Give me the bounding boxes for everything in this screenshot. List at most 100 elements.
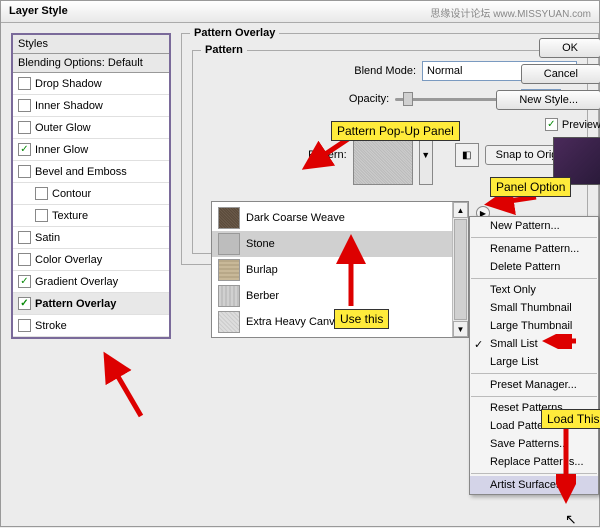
menu-item-small-list[interactable]: ✓Small List [470,335,598,353]
pattern-item-stone[interactable]: Stone [212,231,452,257]
style-item-stroke[interactable]: Stroke [13,315,169,337]
annotation-panel-option: Panel Option [490,177,571,197]
pattern-label: Dark Coarse Weave [246,212,345,224]
menu-item-delete-pattern[interactable]: Delete Pattern [470,258,598,276]
pattern-item-burlap[interactable]: Burlap [212,257,452,283]
new-style-button[interactable]: New Style... [496,90,600,110]
pattern-label: Stone [246,238,275,250]
right-buttons: OK Cancel New Style... ✓ Preview [496,38,600,185]
menu-item-save-patterns[interactable]: Save Patterns... [470,435,598,453]
pattern-label: Berber [246,290,279,302]
checkbox[interactable] [18,165,31,178]
pattern-swatch [218,233,240,255]
menu-label: Preset Manager... [490,379,577,391]
menu-label: Rename Pattern... [490,243,579,255]
dialog-title: Layer Style [9,5,68,18]
checkbox[interactable] [18,231,31,244]
cursor-icon: ↖ [565,511,577,528]
menu-label: Large Thumbnail [490,320,572,332]
checkbox[interactable]: ✓ [18,297,31,310]
style-label: Outer Glow [35,122,91,134]
pattern-swatch [218,259,240,281]
preview-label: Preview [562,119,600,131]
checkbox[interactable]: ✓ [18,143,31,156]
style-item-pattern-overlay[interactable]: ✓Pattern Overlay [13,293,169,315]
style-item-contour[interactable]: Contour [13,183,169,205]
style-item-inner-glow[interactable]: ✓Inner Glow [13,139,169,161]
style-label: Stroke [35,320,67,332]
style-item-drop-shadow[interactable]: Drop Shadow [13,73,169,95]
pattern-scrollbar[interactable]: ▲ ▼ [452,202,468,337]
style-label: Contour [52,188,91,200]
pattern-list-body: Dark Coarse Weave Stone Burlap Berber Extra … [212,202,452,337]
menu-label: Large List [490,356,538,368]
menu-item-text-only[interactable]: Text Only [470,281,598,299]
style-label: Texture [52,210,88,222]
style-item-gradient-overlay[interactable]: ✓ Gradient Overlay [13,271,169,293]
style-label: Bevel and Emboss [35,166,127,178]
styles-panel: Styles Blending Options: Default Drop Sh… [11,33,171,339]
checkbox[interactable] [18,121,31,134]
slider-thumb[interactable] [403,92,413,106]
new-preset-icon[interactable]: ◧ [455,143,479,167]
style-item-satin[interactable]: Satin [13,227,169,249]
style-item-inner-shadow[interactable]: Inner Shadow [13,95,169,117]
opacity-label: Opacity: [314,93,389,105]
menu-separator [471,396,597,397]
style-label: Drop Shadow [35,78,102,90]
menu-item-replace-patterns[interactable]: Replace Patterns... [470,453,598,471]
annotation-popup: Pattern Pop-Up Panel [331,121,460,141]
check-icon: ✓ [474,338,483,351]
style-item-color-overlay[interactable]: Color Overlay [13,249,169,271]
menu-item-small-thumbnail[interactable]: Small Thumbnail [470,299,598,317]
menu-item-large-thumbnail[interactable]: Large Thumbnail [470,317,598,335]
group-title: Pattern Overlay [190,27,279,39]
checkbox[interactable] [18,77,31,90]
scroll-up-icon[interactable]: ▲ [453,202,468,218]
checkbox[interactable] [18,253,31,266]
style-label: Satin [35,232,60,244]
menu-separator [471,373,597,374]
menu-label: Text Only [490,284,536,296]
style-label: Gradient Overlay [35,276,118,288]
scroll-thumb[interactable] [454,219,467,320]
checkbox[interactable] [18,319,31,332]
menu-label: Replace Patterns... [490,456,584,468]
scroll-down-icon[interactable]: ▼ [453,321,468,337]
title-bar: Layer Style 思缘设计论坛 www.MISSYUAN.com [1,1,599,23]
style-item-bevel-and-emboss[interactable]: Bevel and Emboss [13,161,169,183]
checkbox[interactable] [18,99,31,112]
menu-item-preset-manager[interactable]: Preset Manager... [470,376,598,394]
styles-header[interactable]: Styles [13,35,169,54]
preview-checkbox[interactable]: ✓ [545,118,558,131]
pattern-label: Pattern: [272,149,347,161]
menu-item-rename-pattern[interactable]: Rename Pattern... [470,240,598,258]
menu-item-large-list[interactable]: Large List [470,353,598,371]
pattern-item-extra-heavy-canvas[interactable]: Extra Heavy Canvas [212,309,452,335]
blend-mode-label: Blend Mode: [341,65,416,77]
menu-separator [471,278,597,279]
menu-item-new-pattern[interactable]: New Pattern... [470,217,598,235]
blend-mode-value: Normal [427,65,462,77]
watermark: 思缘设计论坛 www.MISSYUAN.com [430,5,591,18]
ok-button[interactable]: OK [539,38,600,58]
checkbox[interactable] [35,209,48,222]
preview-check-row: ✓ Preview [541,118,600,131]
pattern-item-dark-coarse-weave[interactable]: Dark Coarse Weave [212,205,452,231]
menu-label: Delete Pattern [490,261,560,273]
style-item-texture[interactable]: Texture [13,205,169,227]
style-item-outer-glow[interactable]: Outer Glow [13,117,169,139]
cancel-button[interactable]: Cancel [521,64,600,84]
checkbox[interactable]: ✓ [18,275,31,288]
annotation-load-this: Load This [541,409,600,429]
style-label: Color Overlay [35,254,102,266]
blending-options-header[interactable]: Blending Options: Default [13,54,169,73]
pattern-item-coarse-weave[interactable]: Coarse Weave [212,335,452,337]
menu-label: Small Thumbnail [490,302,572,314]
checkbox[interactable] [35,187,48,200]
pattern-swatch [218,285,240,307]
pattern-item-berber[interactable]: Berber [212,283,452,309]
pattern-label: Burlap [246,264,278,276]
menu-item-artist-surfaces[interactable]: Artist Surfaces [470,476,598,494]
pattern-swatch [218,311,240,333]
